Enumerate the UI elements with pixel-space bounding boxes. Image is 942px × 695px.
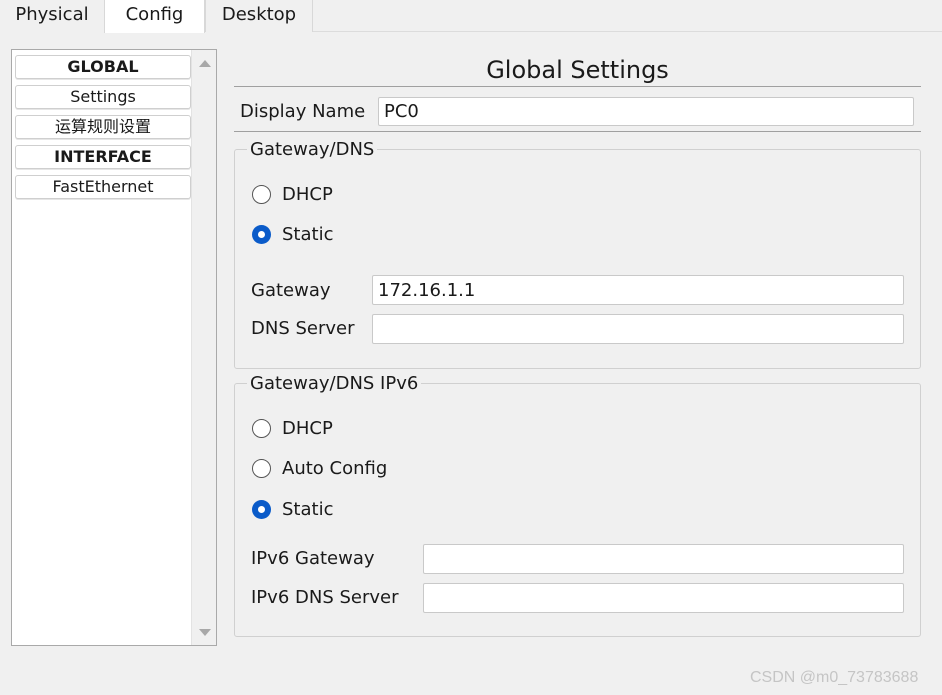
radio-unchecked-icon (252, 185, 271, 204)
chevron-down-icon (198, 628, 211, 636)
chevron-up-icon (198, 59, 211, 67)
tab-bar: Physical Config Desktop (0, 0, 942, 33)
sidebar-item-interface[interactable]: INTERFACE (15, 145, 191, 169)
display-name-divider (234, 131, 921, 132)
sidebar: GLOBAL Settings 运算规则设置 INTERFACE FastEth… (11, 49, 217, 646)
scroll-down-button[interactable] (192, 621, 217, 643)
ipv6-gateway-input[interactable] (423, 544, 904, 574)
ipv6-auto-config-label: Auto Config (282, 458, 388, 479)
gateway-static-label: Static (282, 224, 334, 245)
tab-physical[interactable]: Physical (0, 0, 104, 32)
ipv6-gateway-label: IPv6 Gateway (251, 548, 375, 569)
ipv6-dhcp-radio[interactable]: DHCP (252, 418, 333, 439)
ipv6-dns-server-label: IPv6 DNS Server (251, 587, 399, 608)
gateway-dhcp-radio[interactable]: DHCP (252, 184, 333, 205)
sidebar-item-algorithm-settings[interactable]: 运算规则设置 (15, 115, 191, 139)
sidebar-item-global[interactable]: GLOBAL (15, 55, 191, 79)
ipv6-auto-config-radio[interactable]: Auto Config (252, 458, 387, 479)
sidebar-scrollbar[interactable] (191, 50, 216, 645)
ipv6-dns-server-input[interactable] (423, 583, 904, 613)
gateway-dns-ipv6-legend: Gateway/DNS IPv6 (247, 373, 422, 394)
watermark: CSDN @m0_73783688 (750, 669, 919, 686)
dns-server-label: DNS Server (251, 318, 355, 339)
tab-desktop[interactable]: Desktop (205, 0, 313, 32)
radio-unchecked-icon (252, 419, 271, 438)
gateway-label: Gateway (251, 280, 331, 301)
ipv6-dhcp-label: DHCP (282, 418, 333, 439)
sidebar-item-fastethernet[interactable]: FastEthernet (15, 175, 191, 199)
page-title: Global Settings (486, 56, 669, 84)
gateway-input[interactable] (372, 275, 904, 305)
tab-config[interactable]: Config (104, 0, 205, 33)
gateway-dns-legend: Gateway/DNS (247, 139, 378, 160)
radio-checked-icon (252, 500, 271, 519)
gateway-dhcp-label: DHCP (282, 184, 333, 205)
display-name-input[interactable] (378, 97, 914, 126)
scroll-up-button[interactable] (192, 52, 217, 74)
display-name-label: Display Name (240, 101, 366, 122)
dns-server-input[interactable] (372, 314, 904, 344)
ipv6-static-radio[interactable]: Static (252, 499, 333, 520)
ipv6-static-label: Static (282, 499, 334, 520)
sidebar-item-settings[interactable]: Settings (15, 85, 191, 109)
title-divider (234, 86, 921, 87)
radio-unchecked-icon (252, 459, 271, 478)
gateway-static-radio[interactable]: Static (252, 224, 333, 245)
radio-checked-icon (252, 225, 271, 244)
